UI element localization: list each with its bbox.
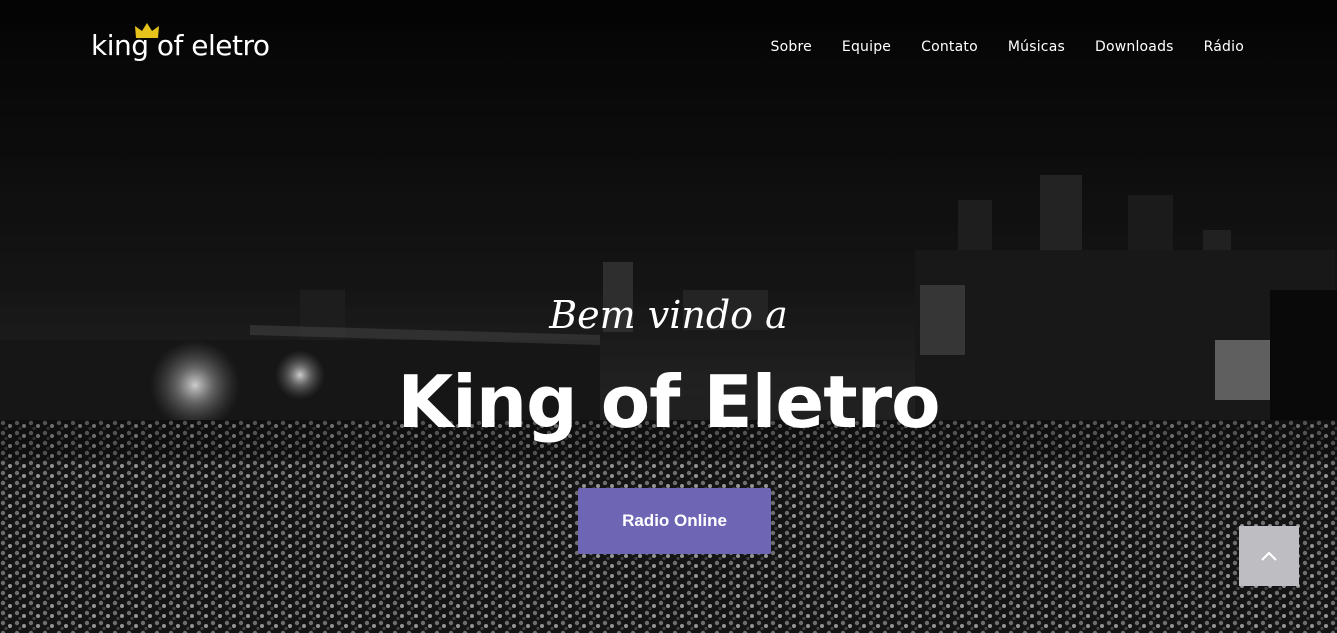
logo-text: king of eletro bbox=[91, 29, 270, 62]
nav-sobre[interactable]: Sobre bbox=[771, 36, 812, 58]
scroll-to-top-button[interactable] bbox=[1239, 526, 1299, 586]
chevron-up-icon bbox=[1261, 551, 1277, 561]
hero-subtitle: Bem vindo a bbox=[549, 293, 788, 337]
nav-downloads[interactable]: Downloads bbox=[1095, 36, 1174, 58]
nav-musicas[interactable]: Músicas bbox=[1008, 36, 1065, 58]
radio-online-button[interactable]: Radio Online bbox=[578, 488, 771, 554]
nav-equipe[interactable]: Equipe bbox=[842, 36, 891, 58]
hero-title: King of Eletro bbox=[397, 360, 940, 444]
hero-section: king of eletro Sobre Equipe Contato Músi… bbox=[0, 0, 1337, 633]
nav-contato[interactable]: Contato bbox=[921, 36, 978, 58]
main-nav: Sobre Equipe Contato Músicas Downloads R… bbox=[741, 36, 1245, 58]
nav-radio[interactable]: Rádio bbox=[1204, 36, 1244, 58]
site-logo[interactable]: king of eletro bbox=[91, 23, 270, 66]
crown-icon bbox=[135, 23, 159, 38]
